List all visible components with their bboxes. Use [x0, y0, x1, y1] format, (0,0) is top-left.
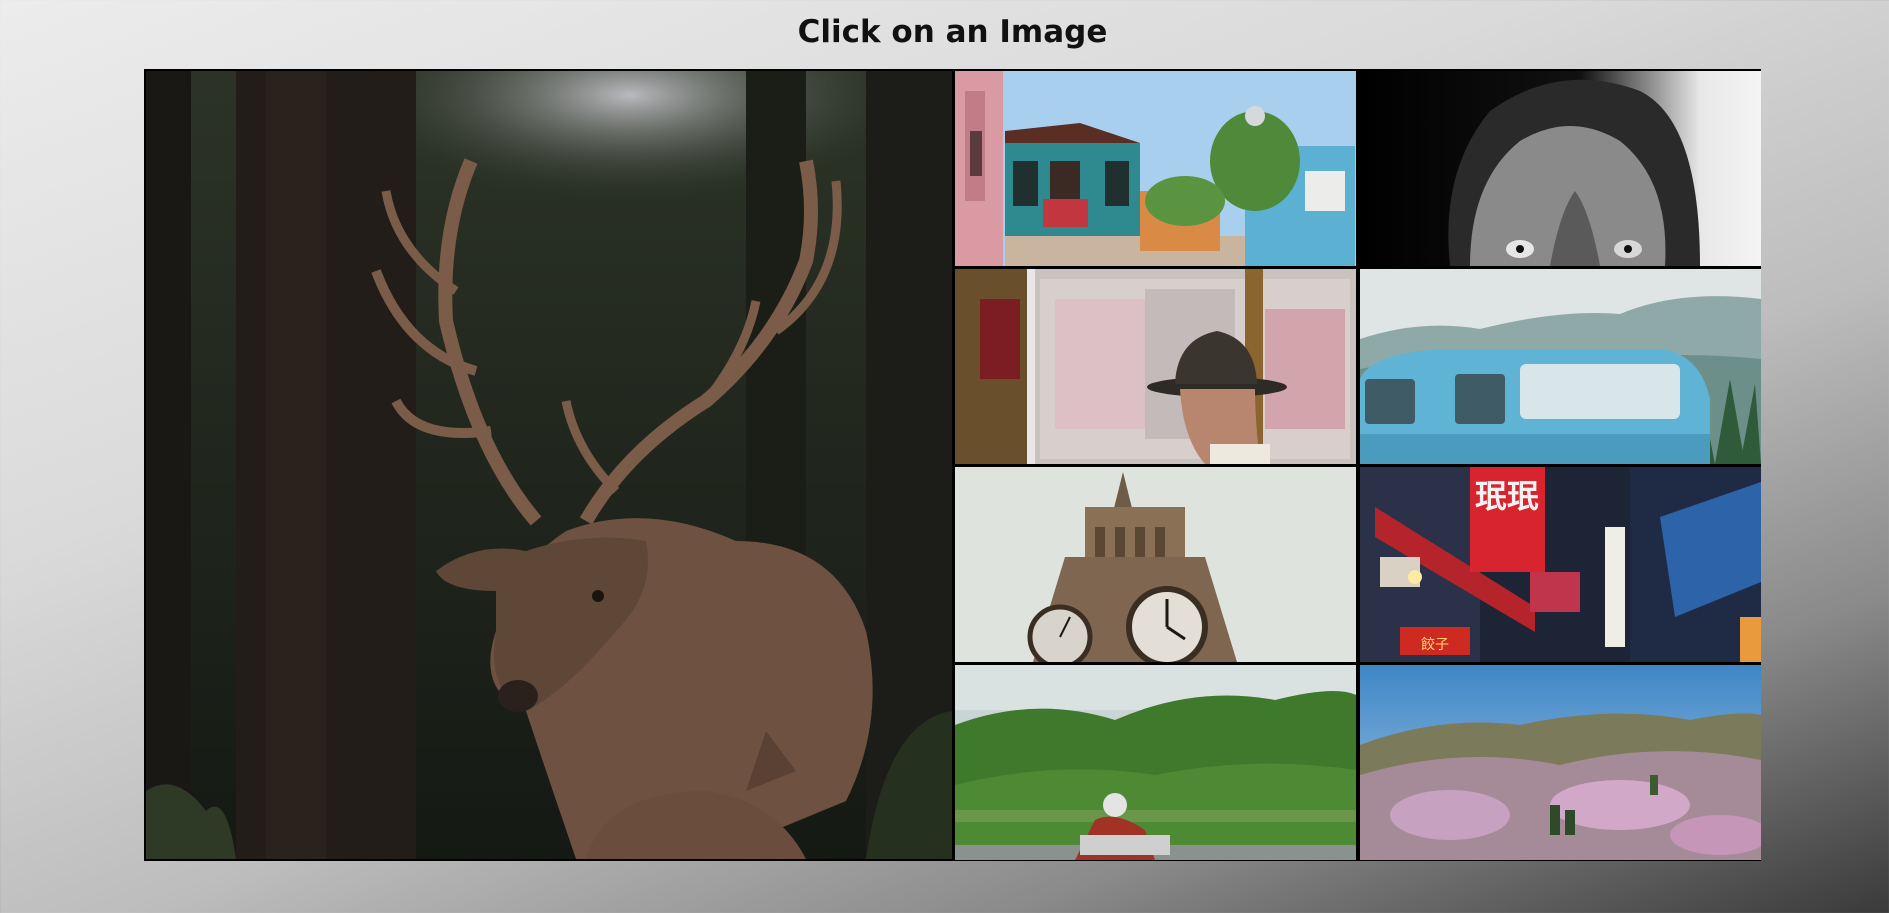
gallery-image-clock-tower[interactable]: [955, 467, 1356, 662]
gallery-image-blossom-hills[interactable]: [1360, 665, 1761, 860]
gallery-image-lion[interactable]: [1360, 71, 1761, 266]
blossom-hills-image: [1360, 665, 1761, 860]
man-hat-image: [955, 269, 1356, 464]
lion-image: [1360, 71, 1761, 266]
gallery-image-motorcycle[interactable]: [955, 665, 1356, 860]
gallery-image-stag[interactable]: [146, 71, 952, 859]
gallery-image-man-hat[interactable]: [955, 269, 1356, 464]
clock-tower-image: [955, 467, 1356, 662]
neon-street-image: 珉珉 餃子: [1360, 467, 1761, 662]
blue-van-image: [1360, 269, 1761, 464]
gallery-image-neon-street[interactable]: 珉珉 餃子: [1360, 467, 1761, 662]
stag-image: [146, 71, 952, 859]
neon-sign-small: 餃子: [1421, 636, 1449, 653]
neon-sign-top: 珉珉: [1475, 477, 1539, 515]
page-title: Click on an Image: [797, 14, 1108, 50]
image-gallery: 珉珉 餃子: [144, 69, 1761, 861]
gallery-image-houses[interactable]: [955, 71, 1356, 266]
houses-image: [955, 71, 1356, 266]
motorcycle-image: [955, 665, 1356, 860]
gallery-image-blue-van[interactable]: [1360, 269, 1761, 464]
